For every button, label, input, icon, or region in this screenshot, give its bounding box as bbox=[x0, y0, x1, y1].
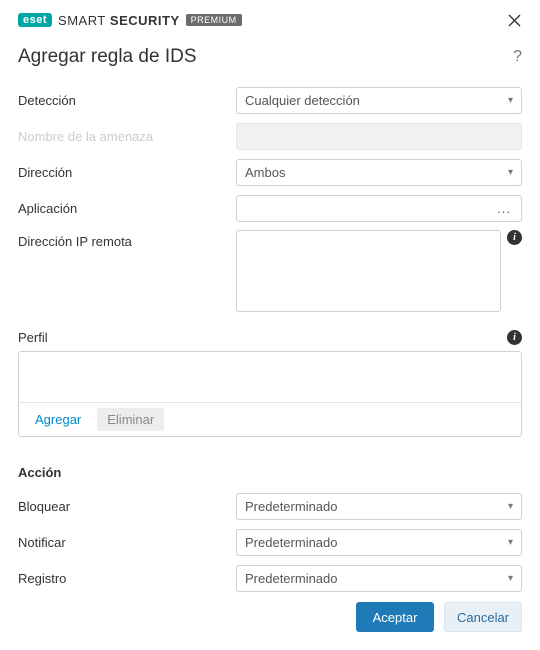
label-threat-name: Nombre de la amenaza bbox=[18, 129, 236, 144]
input-threat-name bbox=[236, 123, 522, 150]
delete-button[interactable]: Eliminar bbox=[97, 408, 164, 431]
brand-security: SECURITY bbox=[110, 13, 180, 28]
select-detection[interactable]: Cualquier detección ▾ bbox=[236, 87, 522, 114]
help-icon[interactable]: ? bbox=[513, 48, 522, 66]
chevron-down-icon: ▾ bbox=[508, 537, 513, 548]
titlebar: eset SMART SECURITY PREMIUM bbox=[0, 0, 540, 36]
select-block-value: Predeterminado bbox=[245, 499, 338, 514]
section-action-title: Acción bbox=[18, 465, 522, 480]
dialog-title: Agregar regla de IDS bbox=[18, 46, 197, 68]
select-notify[interactable]: Predeterminado ▾ bbox=[236, 529, 522, 556]
brand-text: SMART SECURITY bbox=[58, 13, 180, 28]
more-icon[interactable]: ... bbox=[497, 201, 513, 216]
accept-button[interactable]: Aceptar bbox=[356, 602, 434, 632]
profile-actions: Agregar Eliminar bbox=[19, 402, 521, 436]
chevron-down-icon: ▾ bbox=[508, 501, 513, 512]
brand-logo: eset bbox=[18, 13, 52, 27]
label-remote-ip: Dirección IP remota bbox=[18, 230, 236, 249]
brand: eset SMART SECURITY PREMIUM bbox=[18, 13, 242, 28]
select-block[interactable]: Predeterminado ▾ bbox=[236, 493, 522, 520]
chevron-down-icon: ▾ bbox=[508, 95, 513, 106]
brand-smart: SMART bbox=[58, 13, 106, 28]
dialog-header: Agregar regla de IDS ? bbox=[0, 36, 540, 86]
label-log: Registro bbox=[18, 571, 236, 586]
row-threat-name: Nombre de la amenaza bbox=[18, 122, 522, 150]
add-button[interactable]: Agregar bbox=[25, 408, 91, 431]
brand-badge: PREMIUM bbox=[186, 14, 242, 26]
profile-box: Agregar Eliminar bbox=[18, 351, 522, 437]
dialog-content: Detección Cualquier detección ▾ Nombre d… bbox=[0, 86, 540, 592]
label-detection: Detección bbox=[18, 93, 236, 108]
select-detection-value: Cualquier detección bbox=[245, 93, 360, 108]
label-direction: Dirección bbox=[18, 165, 236, 180]
select-direction[interactable]: Ambos ▾ bbox=[236, 159, 522, 186]
label-application: Aplicación bbox=[18, 201, 236, 216]
row-application: Aplicación ... bbox=[18, 194, 522, 222]
textarea-remote-ip[interactable] bbox=[236, 230, 501, 312]
cancel-button[interactable]: Cancelar bbox=[444, 602, 522, 632]
select-notify-value: Predeterminado bbox=[245, 535, 338, 550]
close-icon[interactable] bbox=[502, 8, 526, 32]
profile-list[interactable] bbox=[19, 352, 521, 402]
select-direction-value: Ambos bbox=[245, 165, 285, 180]
label-block: Bloquear bbox=[18, 499, 236, 514]
label-profile: Perfil bbox=[18, 330, 48, 345]
dialog-window: eset SMART SECURITY PREMIUM Agregar regl… bbox=[0, 0, 540, 650]
row-profile-label: Perfil i bbox=[18, 330, 522, 345]
select-log-value: Predeterminado bbox=[245, 571, 338, 586]
dialog-footer: Aceptar Cancelar bbox=[0, 588, 540, 650]
row-direction: Dirección Ambos ▾ bbox=[18, 158, 522, 186]
info-icon[interactable]: i bbox=[507, 330, 522, 345]
chevron-down-icon: ▾ bbox=[508, 573, 513, 584]
row-notify: Notificar Predeterminado ▾ bbox=[18, 528, 522, 556]
row-detection: Detección Cualquier detección ▾ bbox=[18, 86, 522, 114]
label-notify: Notificar bbox=[18, 535, 236, 550]
input-application[interactable]: ... bbox=[236, 195, 522, 222]
row-block: Bloquear Predeterminado ▾ bbox=[18, 492, 522, 520]
info-icon[interactable]: i bbox=[507, 230, 522, 245]
chevron-down-icon: ▾ bbox=[508, 167, 513, 178]
row-remote-ip: Dirección IP remota i bbox=[18, 230, 522, 312]
